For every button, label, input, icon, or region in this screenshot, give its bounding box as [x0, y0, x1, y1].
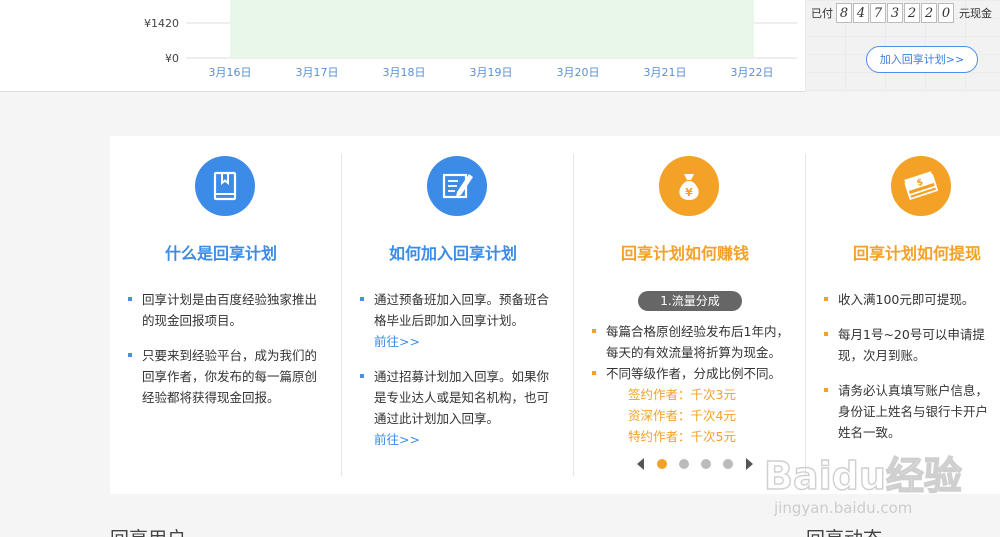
- carousel-next-arrow-icon[interactable]: [746, 458, 753, 470]
- list-item: 通过预备班加入回享。预备班合格毕业后即加入回享计划。 前往>>: [360, 289, 558, 352]
- y-tick-label: ¥0: [165, 52, 179, 65]
- paid-counter: 已付 8 4 7 3 2 2 0 元现金: [811, 2, 992, 24]
- list-item: 收入满100元即可提现。: [824, 289, 1000, 310]
- watermark-url: jingyan.baidu.com: [773, 499, 912, 517]
- section-heading-news: 回享动态: [806, 524, 882, 537]
- edit-document-icon: [427, 156, 487, 216]
- paid-digit: 2: [921, 3, 937, 23]
- chart-area-fill: [230, 0, 754, 58]
- carousel-prev-arrow-icon[interactable]: [637, 458, 644, 470]
- list-item: 每篇合格原创经验发布后1年内，每天的有效流量将折算为现金。: [592, 321, 792, 363]
- payout-panel: 已付 8 4 7 3 2 2 0 元现金 加入回享计划>>: [805, 0, 1000, 92]
- x-tick-label: 3月18日: [383, 66, 426, 79]
- column-title: 回享计划如何提现: [853, 244, 982, 263]
- carousel-dot[interactable]: [723, 459, 733, 469]
- goto-link[interactable]: 前往>>: [374, 334, 420, 349]
- paid-digit: 0: [938, 3, 954, 23]
- traffic-share-badge: 1.流量分成: [638, 291, 742, 311]
- paid-digit: 8: [836, 3, 852, 23]
- carousel-dot[interactable]: [657, 459, 667, 469]
- column-title: 什么是回享计划: [165, 244, 278, 263]
- paid-suffix: 元现金: [959, 7, 992, 20]
- join-plan-button[interactable]: 加入回享计划>>: [866, 46, 978, 73]
- x-tick-label: 3月16日: [209, 66, 252, 79]
- carousel-dot[interactable]: [679, 459, 689, 469]
- x-tick-label: 3月17日: [296, 66, 339, 79]
- cash-stack-icon: $: [891, 156, 951, 216]
- column-how-to-earn: ¥ 回享计划如何赚钱 1.流量分成 每篇合格原创经验发布后1年内，每天的有效流量…: [574, 154, 806, 476]
- list-item-text: 通过预备班加入回享。预备班合格毕业后即加入回享计划。: [374, 292, 550, 328]
- list-item: 不同等级作者，分成比例不同。: [592, 363, 792, 384]
- column-how-to-join: 如何加入回享计划 通过预备班加入回享。预备班合格毕业后即加入回享计划。 前往>>…: [342, 154, 574, 476]
- column-title: 如何加入回享计划: [389, 244, 518, 263]
- column-items: 回享计划是由百度经验独家推出的现金回报项目。 只要来到经验平台，成为我们的回享作…: [128, 289, 324, 408]
- x-tick-label: 3月22日: [731, 66, 774, 79]
- column-items: 收入满100元即可提现。 每月1号~20号可以申请提现，次月到账。 请务必认真填…: [824, 289, 1000, 459]
- rate-item: 资深作者：千次4元: [628, 408, 736, 423]
- paid-digits: 8 4 7 3 2 2 0: [836, 3, 955, 23]
- earnings-chart-section: ¥1420 ¥0 3月16日 3月17日 3月18日 3月19日 3月20日 3…: [0, 0, 1000, 92]
- paid-digit: 2: [904, 3, 920, 23]
- plan-info-card: 什么是回享计划 回享计划是由百度经验独家推出的现金回报项目。 只要来到经验平台，…: [110, 136, 1000, 494]
- list-item: 回享计划是由百度经验独家推出的现金回报项目。: [128, 289, 324, 331]
- column-what-is-plan: 什么是回享计划 回享计划是由百度经验独家推出的现金回报项目。 只要来到经验平台，…: [110, 154, 342, 476]
- x-tick-label: 3月20日: [557, 66, 600, 79]
- chart-svg: ¥1420 ¥0 3月16日 3月17日 3月18日 3月19日 3月20日 3…: [144, 0, 797, 79]
- list-item: 通过招募计划加入回享。如果你是专业达人或是知名机构，也可通过此计划加入回享。 前…: [360, 366, 558, 450]
- money-bag-icon: ¥: [659, 156, 719, 216]
- paid-digit: 3: [887, 3, 903, 23]
- column-how-to-withdraw: $ 回享计划如何提现 收入满100元即可提现。 每月1号~20号可以申请提现，次…: [806, 154, 1000, 476]
- svg-text:¥: ¥: [685, 186, 693, 199]
- paid-digit: 4: [853, 3, 869, 23]
- column-title: 回享计划如何赚钱: [621, 244, 750, 263]
- y-tick-label: ¥1420: [144, 17, 179, 30]
- book-icon: [195, 156, 255, 216]
- list-item: 请务必认真填写账户信息，身份证上姓名与银行卡开户姓名一致。: [824, 380, 1000, 443]
- section-heading-users: 回享用户: [110, 524, 186, 537]
- earnings-chart: ¥1420 ¥0 3月16日 3月17日 3月18日 3月19日 3月20日 3…: [0, 0, 805, 92]
- paid-prefix: 已付: [811, 7, 833, 20]
- x-tick-label: 3月19日: [470, 66, 513, 79]
- carousel-dot[interactable]: [701, 459, 711, 469]
- rate-item: 特约作者：千次5元: [628, 429, 736, 444]
- goto-link[interactable]: 前往>>: [374, 432, 420, 447]
- paid-digit: 7: [870, 3, 886, 23]
- list-item: 只要来到经验平台，成为我们的回享作者，你发布的每一篇原创经验都将获得现金回报。: [128, 345, 324, 408]
- column-items: 每篇合格原创经验发布后1年内，每天的有效流量将折算为现金。 不同等级作者，分成比…: [592, 321, 792, 447]
- rate-item: 签约作者：千次3元: [628, 387, 736, 402]
- list-item: 每月1号~20号可以申请提现，次月到账。: [824, 324, 1000, 366]
- list-item-text: 通过招募计划加入回享。如果你是专业达人或是知名机构，也可通过此计划加入回享。: [374, 369, 550, 426]
- x-tick-label: 3月21日: [644, 66, 687, 79]
- column-items: 通过预备班加入回享。预备班合格毕业后即加入回享计划。 前往>> 通过招募计划加入…: [360, 289, 558, 450]
- carousel-controls: [630, 458, 760, 470]
